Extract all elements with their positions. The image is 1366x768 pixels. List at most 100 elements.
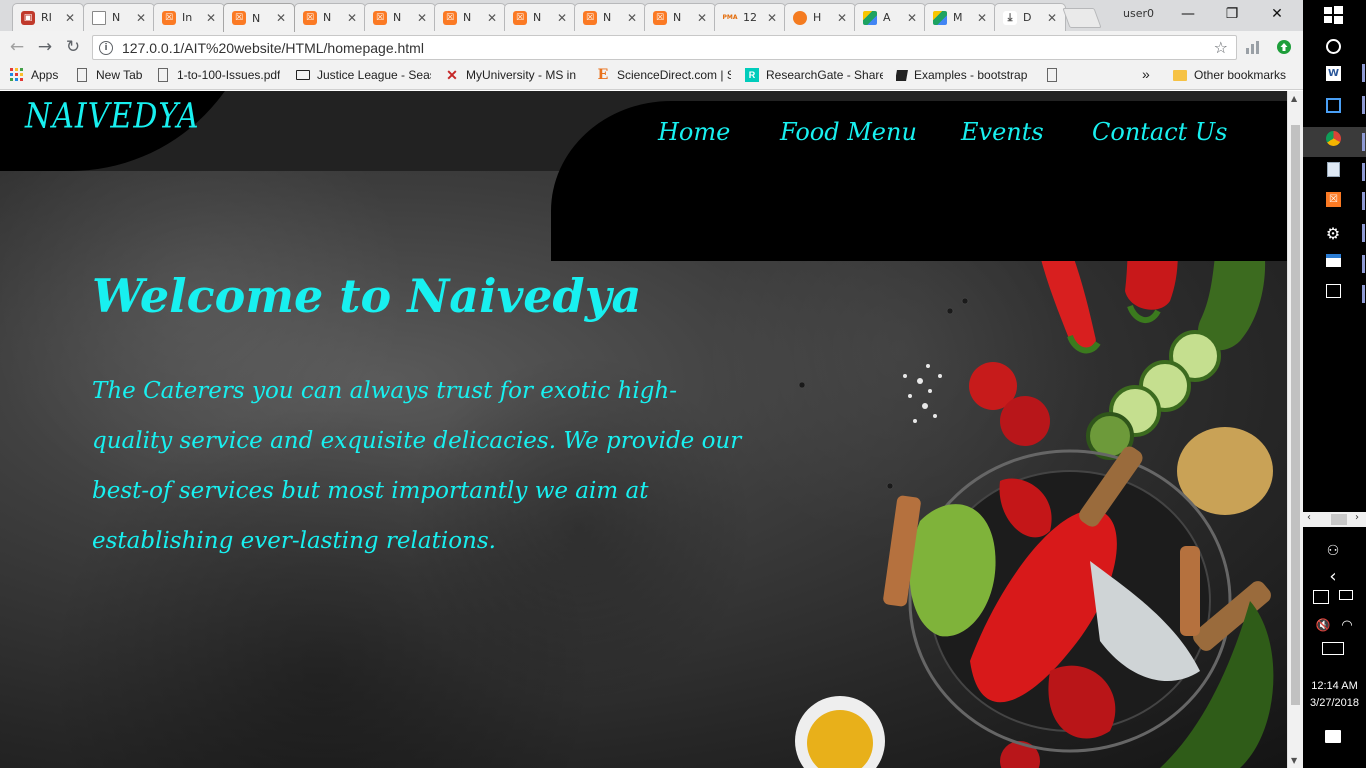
notepad-app-icon[interactable] xyxy=(1327,162,1340,177)
tab-15[interactable]: ⤓ D ✕ xyxy=(994,3,1066,31)
wifi-icon[interactable]: ◠ xyxy=(1336,614,1358,636)
nav-link-food-menu[interactable]: Food Menu xyxy=(780,118,917,146)
page-scrollbar[interactable]: ▲ ▼ xyxy=(1287,91,1303,768)
red-app-icon: ▣ xyxy=(21,10,35,25)
bookmark-star-icon[interactable]: ☆ xyxy=(1214,38,1228,57)
scrollbar-thumb[interactable] xyxy=(1291,125,1300,705)
close-tab-icon[interactable]: ✕ xyxy=(557,11,567,25)
tab-8[interactable]: ☒ N ✕ xyxy=(504,3,576,31)
tab-4-active[interactable]: ☒ N ✕ xyxy=(223,3,295,32)
running-indicator xyxy=(1362,64,1365,82)
close-tab-icon[interactable]: ✕ xyxy=(907,11,917,25)
close-tab-icon[interactable]: ✕ xyxy=(487,11,497,25)
researchgate-icon: R xyxy=(745,68,759,82)
running-indicator xyxy=(1362,192,1365,210)
download-icon: ⤓ xyxy=(1003,10,1017,25)
cortana-search-icon[interactable] xyxy=(1322,35,1344,57)
scroll-right-icon[interactable]: › xyxy=(1355,512,1359,523)
tab-14[interactable]: M ✕ xyxy=(924,3,996,31)
tab-2[interactable]: N ✕ xyxy=(83,3,155,31)
nav-link-home[interactable]: Home xyxy=(658,118,730,146)
photos-app-icon[interactable] xyxy=(1326,284,1341,298)
tab-7[interactable]: ☒ N ✕ xyxy=(434,3,506,31)
xampp-app-icon[interactable]: ☒ xyxy=(1326,192,1341,207)
network-status-icon[interactable] xyxy=(1313,590,1329,604)
scroll-down-arrow-icon[interactable]: ▼ xyxy=(1291,756,1297,765)
reload-icon[interactable]: ↻ xyxy=(62,36,84,58)
tab-11[interactable]: PMA 12 ✕ xyxy=(714,3,786,31)
close-tab-icon[interactable]: ✕ xyxy=(837,11,847,25)
people-icon[interactable]: ⚇ xyxy=(1322,540,1344,562)
tab-12[interactable]: H ✕ xyxy=(784,3,856,31)
task-view-icon[interactable] xyxy=(1326,98,1341,113)
hero-title: Welcome to Naivedya xyxy=(92,269,642,323)
hero-description: The Caterers you can always trust for ex… xyxy=(92,378,742,554)
back-arrow-icon[interactable]: ← xyxy=(6,36,28,58)
bookmark-bootstrap-examples[interactable]: Examples - bootstrap xyxy=(896,68,1032,82)
settings-gear-icon[interactable]: ⚙ xyxy=(1322,222,1344,244)
nav-link-contact-us[interactable]: Contact Us xyxy=(1092,118,1227,146)
bookmark-justice-league[interactable]: Justice League - Seas xyxy=(296,68,431,82)
minimize-button[interactable]: — xyxy=(1166,2,1210,26)
close-tab-icon[interactable]: ✕ xyxy=(417,11,427,25)
tab-1[interactable]: ▣ RI ✕ xyxy=(12,3,84,31)
close-tab-icon[interactable]: ✕ xyxy=(767,11,777,25)
close-tab-icon[interactable]: ✕ xyxy=(347,11,357,25)
profile-name[interactable]: user0 xyxy=(1123,7,1154,20)
close-window-button[interactable]: ✕ xyxy=(1255,2,1299,26)
tab-10[interactable]: ☒ N ✕ xyxy=(644,3,716,31)
close-tab-icon[interactable]: ✕ xyxy=(136,11,146,25)
windows-start-icon[interactable] xyxy=(1322,4,1344,26)
news-app-icon[interactable] xyxy=(1326,254,1341,267)
bookmark-researchgate[interactable]: R ResearchGate - Share xyxy=(745,68,883,82)
bookmark-pdf[interactable]: 1-to-100-Issues.pdf xyxy=(158,68,288,82)
volume-muted-icon[interactable]: 🔇 xyxy=(1312,614,1334,636)
close-tab-icon[interactable]: ✕ xyxy=(206,11,216,25)
action-center-icon[interactable] xyxy=(1325,730,1341,743)
scroll-thumb[interactable] xyxy=(1331,514,1347,525)
address-bar[interactable]: i 127.0.0.1/AIT%20website/HTML/homepage.… xyxy=(92,35,1237,60)
battery-icon[interactable] xyxy=(1339,590,1353,600)
xampp-icon: ☒ xyxy=(373,10,387,25)
bookmark-new-tab[interactable]: New Tab xyxy=(77,68,155,82)
url-text[interactable]: 127.0.0.1/AIT%20website/HTML/homepage.ht… xyxy=(122,40,424,56)
running-indicator xyxy=(1362,285,1365,303)
tab-3[interactable]: ☒ In ✕ xyxy=(153,3,225,31)
site-logo[interactable]: NAIVEDYA xyxy=(25,96,200,136)
update-extension-icon[interactable] xyxy=(1276,39,1292,55)
clock-date[interactable]: 3/27/2018 xyxy=(1303,697,1366,709)
close-tab-icon[interactable]: ✕ xyxy=(977,11,987,25)
close-tab-icon[interactable]: ✕ xyxy=(276,11,286,25)
close-tab-icon[interactable]: ✕ xyxy=(697,11,707,25)
running-indicator xyxy=(1362,96,1365,114)
word-app-icon[interactable]: W xyxy=(1326,66,1341,81)
chart-extension-icon[interactable] xyxy=(1245,39,1261,55)
scroll-left-icon[interactable]: ‹ xyxy=(1307,512,1311,523)
xampp-icon: ☒ xyxy=(653,10,667,25)
bookmark-myuniversity[interactable]: ✕ MyUniversity - MS in xyxy=(445,68,580,82)
bookmarks-overflow-chevron-icon[interactable]: » xyxy=(1142,66,1150,82)
chrome-app-icon[interactable] xyxy=(1326,131,1341,146)
tab-6[interactable]: ☒ N ✕ xyxy=(364,3,436,31)
new-tab-button[interactable] xyxy=(1062,8,1102,28)
bookmark-apps[interactable]: Apps xyxy=(10,68,58,82)
info-icon[interactable]: i xyxy=(99,40,113,55)
clock-time[interactable]: 12:14 AM xyxy=(1303,680,1366,692)
bookmark-page[interactable] xyxy=(1047,68,1063,82)
forward-arrow-icon[interactable]: → xyxy=(34,36,56,58)
close-tab-icon[interactable]: ✕ xyxy=(627,11,637,25)
bookmark-other-folder[interactable]: Other bookmarks xyxy=(1173,68,1286,82)
bookmark-sciencedirect[interactable]: E ScienceDirect.com | S xyxy=(596,68,731,82)
xampp-icon: ☒ xyxy=(583,10,597,25)
nav-link-events[interactable]: Events xyxy=(961,118,1044,146)
tab-13[interactable]: A ✕ xyxy=(854,3,926,31)
taskbar-scroller[interactable]: ‹ › xyxy=(1303,512,1366,527)
close-tab-icon[interactable]: ✕ xyxy=(1047,11,1057,25)
maximize-button[interactable]: ❐ xyxy=(1210,2,1254,26)
scroll-up-arrow-icon[interactable]: ▲ xyxy=(1291,94,1297,103)
close-tab-icon[interactable]: ✕ xyxy=(65,11,75,25)
show-hidden-icons-chevron[interactable]: ‹ xyxy=(1322,565,1344,587)
keyboard-icon[interactable] xyxy=(1322,642,1344,655)
tab-9[interactable]: ☒ N ✕ xyxy=(574,3,646,31)
tab-5[interactable]: ☒ N ✕ xyxy=(294,3,366,31)
